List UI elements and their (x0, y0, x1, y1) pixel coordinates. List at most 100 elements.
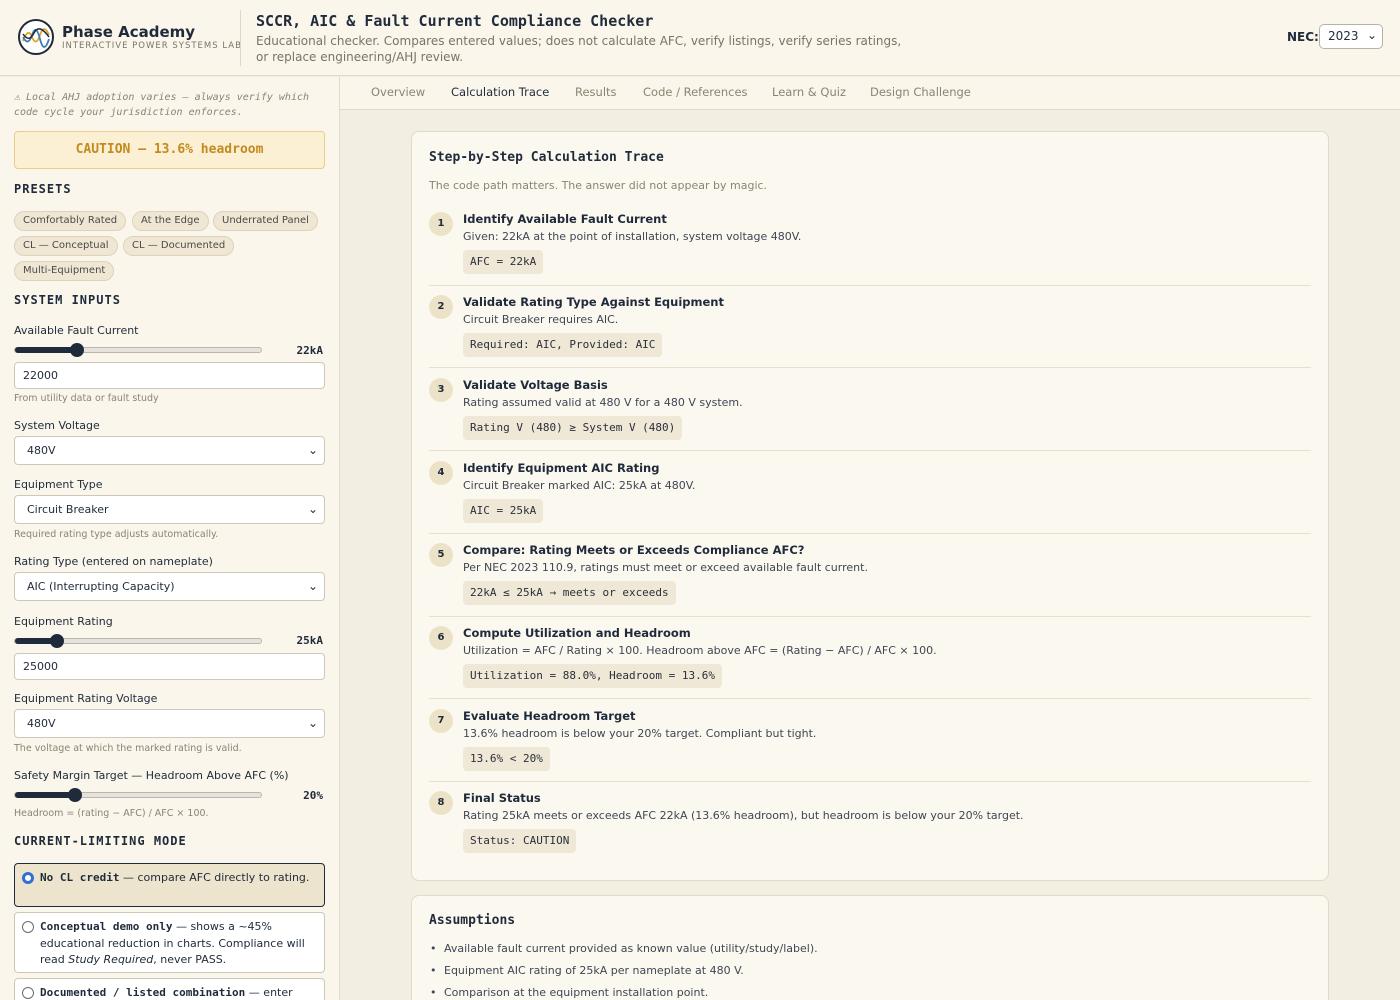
app-header: Phase Academy INTERACTIVE POWER SYSTEMS … (0, 0, 1400, 76)
assumptions-card: Assumptions Available fault current prov… (411, 895, 1329, 1000)
step-description: 13.6% headroom is below your 20% target.… (463, 727, 817, 740)
presets-title: PRESETS (14, 182, 72, 196)
afc-hint: From utility data or fault study (14, 393, 159, 404)
step-formula: 22kA ≤ 25kA → meets or exceeds (463, 581, 676, 605)
afc-slider-fill (15, 347, 77, 353)
step-description: Per NEC 2023 110.9, ratings must meet or… (463, 561, 868, 574)
tab-code-references[interactable]: Code / References (643, 85, 748, 99)
step-divider (429, 616, 1311, 617)
chevron-down-icon: ⌄ (307, 716, 318, 730)
tab-results[interactable]: Results (575, 85, 617, 99)
afc-slider[interactable] (14, 343, 262, 357)
safety-margin-label: Safety Margin Target — Headroom Above AF… (14, 769, 289, 782)
step-divider (429, 285, 1311, 286)
step-number: 1 (429, 212, 453, 236)
chevron-down-icon: ⌄ (1366, 28, 1377, 42)
afc-input[interactable]: 22000 (14, 362, 325, 389)
cl-option-no-credit[interactable]: No CL credit — compare AFC directly to r… (14, 863, 325, 907)
step-number: 6 (429, 626, 453, 650)
step-number: 3 (429, 378, 453, 402)
equipment-type-hint: Required rating type adjusts automatical… (14, 529, 219, 540)
safety-margin-slider[interactable] (14, 788, 262, 802)
safety-margin-slider-value: 20% (303, 789, 323, 802)
header-divider (240, 10, 241, 66)
step-number: 4 (429, 461, 453, 485)
step-title: Evaluate Headroom Target (463, 709, 636, 723)
safety-margin-slider-handle[interactable] (68, 788, 82, 802)
chevron-down-icon: ⌄ (307, 443, 318, 457)
step-divider (429, 450, 1311, 451)
equipment-rating-label: Equipment Rating (14, 615, 113, 628)
step-number: 8 (429, 791, 453, 815)
status-banner: CAUTION — 13.6% headroom (14, 131, 325, 169)
preset-at-the-edge[interactable]: At the Edge (132, 211, 209, 231)
step-title: Validate Voltage Basis (463, 378, 608, 392)
safety-margin-slider-fill (15, 792, 75, 798)
step-title: Identify Available Fault Current (463, 212, 667, 226)
rating-voltage-value: 480V (27, 717, 56, 730)
system-voltage-select[interactable]: 480V ⌄ (14, 436, 325, 465)
tab-overview[interactable]: Overview (371, 85, 425, 99)
nec-version-select[interactable]: 2023 ⌄ (1319, 24, 1383, 49)
equipment-type-select[interactable]: Circuit Breaker ⌄ (14, 495, 325, 524)
tab-calculation-trace[interactable]: Calculation Trace (451, 85, 549, 99)
preset-comfortably-rated[interactable]: Comfortably Rated (14, 211, 127, 231)
radio-button-selected[interactable] (22, 872, 34, 884)
assumptions-title: Assumptions (429, 913, 516, 928)
cl-option-code: Documented / listed combination (40, 986, 246, 999)
step-formula: AFC = 22kA (463, 250, 544, 274)
step-title: Identify Equipment AIC Rating (463, 461, 660, 475)
step-description: Given: 22kA at the point of installation… (463, 230, 802, 243)
rating-voltage-label: Equipment Rating Voltage (14, 692, 158, 705)
system-voltage-label: System Voltage (14, 419, 100, 432)
calculation-trace-card: Step-by-Step Calculation Trace The code … (411, 131, 1329, 881)
rating-voltage-hint: The voltage at which the marked rating i… (14, 743, 242, 754)
preset-multi-equipment[interactable]: Multi-Equipment (14, 261, 115, 281)
preset-underrated-panel[interactable]: Underrated Panel (213, 211, 318, 231)
step-title: Compare: Rating Meets or Exceeds Complia… (463, 543, 805, 557)
cl-option-text: — enter (245, 986, 293, 999)
trace-title: Step-by-Step Calculation Trace (429, 150, 664, 165)
sidebar: ⚠ Local AHJ adoption varies — always ver… (0, 77, 340, 1000)
step-formula: Rating V (480) ≥ System V (480) (463, 416, 683, 440)
step-title: Compute Utilization and Headroom (463, 626, 691, 640)
afc-label: Available Fault Current (14, 324, 139, 337)
rating-type-select[interactable]: AIC (Interrupting Capacity) ⌄ (14, 572, 325, 601)
system-inputs-title: SYSTEM INPUTS (14, 293, 121, 307)
cl-option-code: Conceptual demo only (40, 920, 173, 933)
step-formula: Status: CAUTION (463, 829, 577, 853)
app-title: SCCR, AIC & Fault Current Compliance Che… (256, 12, 654, 30)
equipment-rating-input[interactable]: 25000 (14, 653, 325, 680)
equipment-type-label: Equipment Type (14, 478, 103, 491)
tab-design-challenge[interactable]: Design Challenge (870, 85, 971, 99)
afc-slider-handle[interactable] (70, 343, 84, 357)
cl-option-documented[interactable]: Documented / listed combination — enter (14, 978, 325, 1000)
tab-bar: Overview Calculation Trace Results Code … (340, 77, 1400, 110)
equipment-rating-slider-handle[interactable] (50, 634, 64, 648)
rating-voltage-select[interactable]: 480V ⌄ (14, 709, 325, 738)
step-description: Rating 25kA meets or exceeds AFC 22kA (1… (463, 809, 1024, 822)
step-divider (429, 367, 1311, 368)
cl-option-conceptual[interactable]: Conceptual demo only — shows a ~45% educ… (14, 912, 325, 973)
equipment-rating-slider[interactable] (14, 634, 262, 648)
step-formula: Utilization = 88.0%, Headroom = 13.6% (463, 664, 723, 688)
assumption-item: Equipment AIC rating of 25kA per namepla… (430, 964, 744, 977)
trace-subtitle: The code path matters. The answer did no… (429, 179, 768, 192)
step-formula: AIC = 25kA (463, 499, 544, 523)
step-number: 2 (429, 295, 453, 319)
step-formula: 13.6% < 20% (463, 747, 550, 771)
radio-button[interactable] (22, 987, 34, 999)
step-divider (429, 533, 1311, 534)
safety-margin-hint: Headroom = (rating − AFC) / AFC × 100. (14, 808, 209, 819)
preset-cl-documented[interactable]: CL — Documented (123, 236, 235, 256)
system-voltage-value: 480V (27, 444, 56, 457)
tab-learn-quiz[interactable]: Learn & Quiz (772, 85, 846, 99)
radio-button[interactable] (22, 921, 34, 933)
preset-cl-conceptual[interactable]: CL — Conceptual (14, 236, 118, 256)
step-divider (429, 698, 1311, 699)
cl-option-text: — compare AFC directly to rating. (119, 871, 310, 884)
afc-slider-value: 22kA (296, 344, 324, 357)
step-formula: Required: AIC, Provided: AIC (463, 333, 663, 357)
equipment-type-value: Circuit Breaker (27, 503, 109, 516)
brand-name: Phase Academy (62, 23, 196, 41)
